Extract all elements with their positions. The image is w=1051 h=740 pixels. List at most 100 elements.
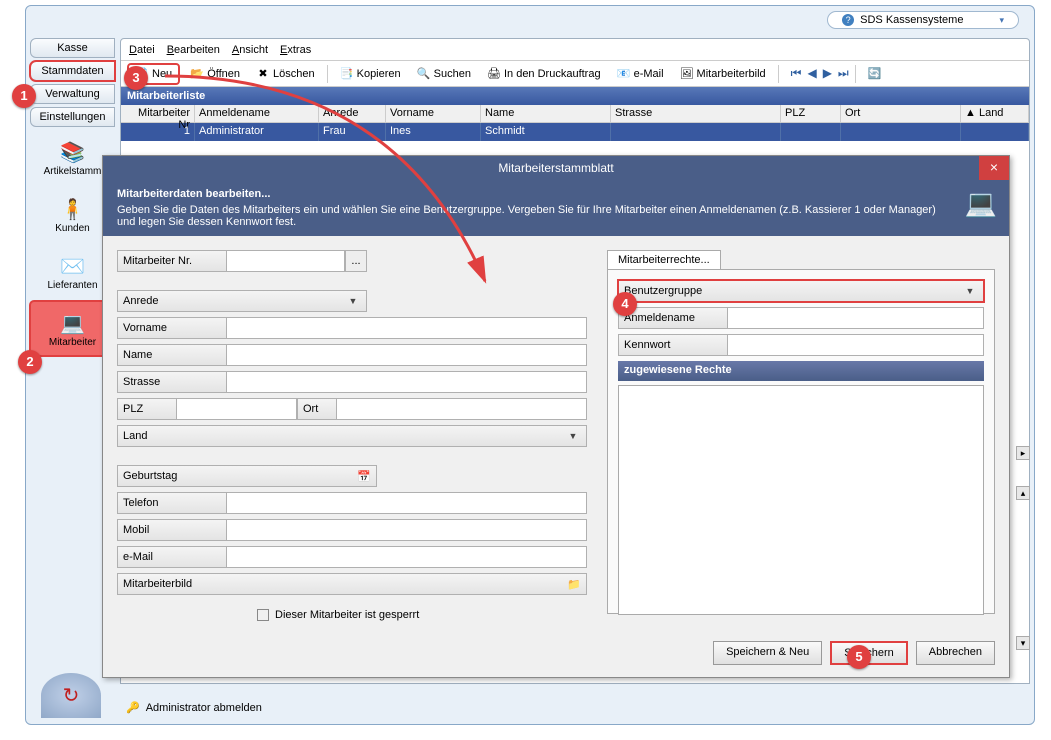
input-mitarbeiterbild[interactable]: Mitarbeiterbild📁 bbox=[117, 573, 587, 595]
tab-mitarbeiterrechte[interactable]: Mitarbeiterrechte... bbox=[607, 250, 721, 269]
tb-druck[interactable]: 🖨In den Druckauftrag bbox=[481, 65, 607, 83]
label-ort: Ort bbox=[297, 398, 337, 420]
nav-last-icon[interactable]: ⏭ bbox=[838, 66, 849, 81]
chevron-down-icon: ▼ bbox=[565, 431, 581, 441]
books-icon: 📚 bbox=[59, 138, 87, 166]
input-anmeldename[interactable] bbox=[728, 307, 984, 329]
status-bar[interactable]: 🔑 Administrator abmelden bbox=[126, 701, 262, 714]
separator bbox=[327, 65, 328, 83]
menu-datei[interactable]: Datei bbox=[129, 44, 155, 56]
col-land[interactable]: ▲ Land bbox=[961, 105, 1029, 122]
input-mobil[interactable] bbox=[227, 519, 587, 541]
input-strasse[interactable] bbox=[227, 371, 587, 393]
btn-abbrechen[interactable]: Abbrechen bbox=[916, 641, 995, 665]
label-vorname: Vorname bbox=[117, 317, 227, 339]
callout-5: 5 bbox=[847, 645, 871, 669]
calendar-icon[interactable]: 📅 bbox=[357, 470, 371, 483]
scroll-down-icon[interactable]: ▾ bbox=[1016, 636, 1030, 650]
dropdown-anrede[interactable]: Anrede▼ bbox=[117, 290, 367, 312]
lookup-button[interactable]: ... bbox=[345, 250, 367, 272]
dropdown-benutzergruppe[interactable]: Benutzergruppe▼ bbox=[618, 280, 984, 302]
input-kennwort[interactable] bbox=[728, 334, 984, 356]
tab-einstellungen[interactable]: Einstellungen bbox=[30, 107, 115, 127]
refresh-icon[interactable]: 🔄 bbox=[868, 67, 882, 81]
col-anmeldename[interactable]: Anmeldename bbox=[195, 105, 319, 122]
input-ort[interactable] bbox=[337, 398, 587, 420]
tb-oeffnen[interactable]: 📂Öffnen bbox=[184, 65, 246, 83]
copy-icon: 📑 bbox=[340, 67, 354, 81]
col-name[interactable]: Name bbox=[481, 105, 611, 122]
col-ort[interactable]: Ort bbox=[841, 105, 961, 122]
label-plz: PLZ bbox=[117, 398, 177, 420]
print-icon: 🖨 bbox=[487, 67, 501, 81]
label-gesperrt: Dieser Mitarbeiter ist gesperrt bbox=[275, 609, 419, 621]
dialog-subheader: Mitarbeiterdaten bearbeiten... Geben Sie… bbox=[103, 180, 1009, 236]
app-title-text: SDS Kassensysteme bbox=[860, 14, 963, 26]
scroll-right-icon[interactable]: ▸ bbox=[1016, 446, 1030, 460]
menu-ansicht[interactable]: Ansicht bbox=[232, 44, 268, 56]
envelope-icon: ✉️ bbox=[59, 252, 87, 280]
app-title-dropdown[interactable]: ? SDS Kassensysteme ▾ bbox=[827, 11, 1019, 29]
input-email[interactable] bbox=[227, 546, 587, 568]
nav-prev-icon[interactable]: ◀ bbox=[807, 66, 816, 81]
label-kennwort: Kennwort bbox=[618, 334, 728, 356]
callout-3: 3 bbox=[124, 66, 148, 90]
chevron-down-icon: ▼ bbox=[345, 296, 361, 306]
app-logo-icon: ↻ bbox=[41, 673, 101, 718]
input-vorname[interactable] bbox=[227, 317, 587, 339]
input-geburtstag[interactable]: Geburtstag📅 bbox=[117, 465, 377, 487]
folder-icon[interactable]: 📁 bbox=[567, 578, 581, 591]
col-nr[interactable]: Mitarbeiter Nr bbox=[121, 105, 195, 122]
nav-arrows: ⏮ ◀ ▶ ⏭ bbox=[791, 66, 849, 81]
key-icon: 🔑 bbox=[126, 701, 140, 714]
tb-loeschen[interactable]: ✖Löschen bbox=[250, 65, 321, 83]
tab-kasse[interactable]: Kasse bbox=[30, 38, 115, 58]
col-plz[interactable]: PLZ bbox=[781, 105, 841, 122]
tb-kopieren[interactable]: 📑Kopieren bbox=[334, 65, 407, 83]
tb-suchen[interactable]: 🔍Suchen bbox=[411, 65, 477, 83]
status-text: Administrator abmelden bbox=[146, 702, 262, 714]
search-icon: 🔍 bbox=[417, 67, 431, 81]
menu-extras[interactable]: Extras bbox=[280, 44, 311, 56]
dropdown-land[interactable]: Land▼ bbox=[117, 425, 587, 447]
rights-panel: Benutzergruppe▼ Anmeldename Kennwort zug… bbox=[607, 269, 995, 614]
right-column: Mitarbeiterrechte... Benutzergruppe▼ Anm… bbox=[607, 250, 995, 621]
label-strasse: Strasse bbox=[117, 371, 227, 393]
input-plz[interactable] bbox=[177, 398, 297, 420]
nav-next-icon[interactable]: ▶ bbox=[823, 66, 832, 81]
rights-list[interactable] bbox=[618, 385, 984, 615]
employee-icon: 💻 bbox=[59, 309, 87, 337]
open-icon: 📂 bbox=[190, 67, 204, 81]
help-icon: ? bbox=[842, 14, 854, 26]
input-telefon[interactable] bbox=[227, 492, 587, 514]
nav-first-icon[interactable]: ⏮ bbox=[791, 66, 802, 81]
label-telefon: Telefon bbox=[117, 492, 227, 514]
label-mitarbeiter-nr: Mitarbeiter Nr. bbox=[117, 250, 227, 272]
col-strasse[interactable]: Strasse bbox=[611, 105, 781, 122]
input-mitarbeiter-nr[interactable] bbox=[227, 250, 345, 272]
separator bbox=[778, 65, 779, 83]
label-name: Name bbox=[117, 344, 227, 366]
close-button[interactable]: × bbox=[979, 156, 1009, 180]
callout-2: 2 bbox=[18, 350, 42, 374]
col-anrede[interactable]: Anrede bbox=[319, 105, 386, 122]
tab-stammdaten[interactable]: Stammdaten bbox=[30, 61, 115, 81]
left-column: Mitarbeiter Nr. ... Anrede▼ Vorname Name… bbox=[117, 250, 587, 621]
btn-speichern-neu[interactable]: Speichern & Neu bbox=[713, 641, 822, 665]
menu-bearbeiten[interactable]: Bearbeiten bbox=[167, 44, 220, 56]
tb-email[interactable]: 📧e-Mail bbox=[611, 65, 670, 83]
photo-icon: 🖼 bbox=[680, 67, 694, 81]
dialog-body: Mitarbeiter Nr. ... Anrede▼ Vorname Name… bbox=[103, 236, 1009, 635]
tb-bild[interactable]: 🖼Mitarbeiterbild bbox=[674, 65, 772, 83]
customer-icon: 🧍 bbox=[59, 195, 87, 223]
employee-grid: Mitarbeiter Nr Anmeldename Anrede Vornam… bbox=[121, 105, 1029, 141]
input-name[interactable] bbox=[227, 344, 587, 366]
chevron-down-icon: ▾ bbox=[999, 15, 1004, 26]
list-title: Mitarbeiterliste bbox=[121, 87, 1029, 105]
scroll-up-icon[interactable]: ▴ bbox=[1016, 486, 1030, 500]
col-vorname[interactable]: Vorname bbox=[386, 105, 481, 122]
tab-verwaltung[interactable]: Verwaltung bbox=[30, 84, 115, 104]
callout-1: 1 bbox=[12, 84, 36, 108]
grid-row[interactable]: 1 Administrator Frau Ines Schmidt bbox=[121, 123, 1029, 141]
checkbox-gesperrt[interactable] bbox=[257, 609, 269, 621]
